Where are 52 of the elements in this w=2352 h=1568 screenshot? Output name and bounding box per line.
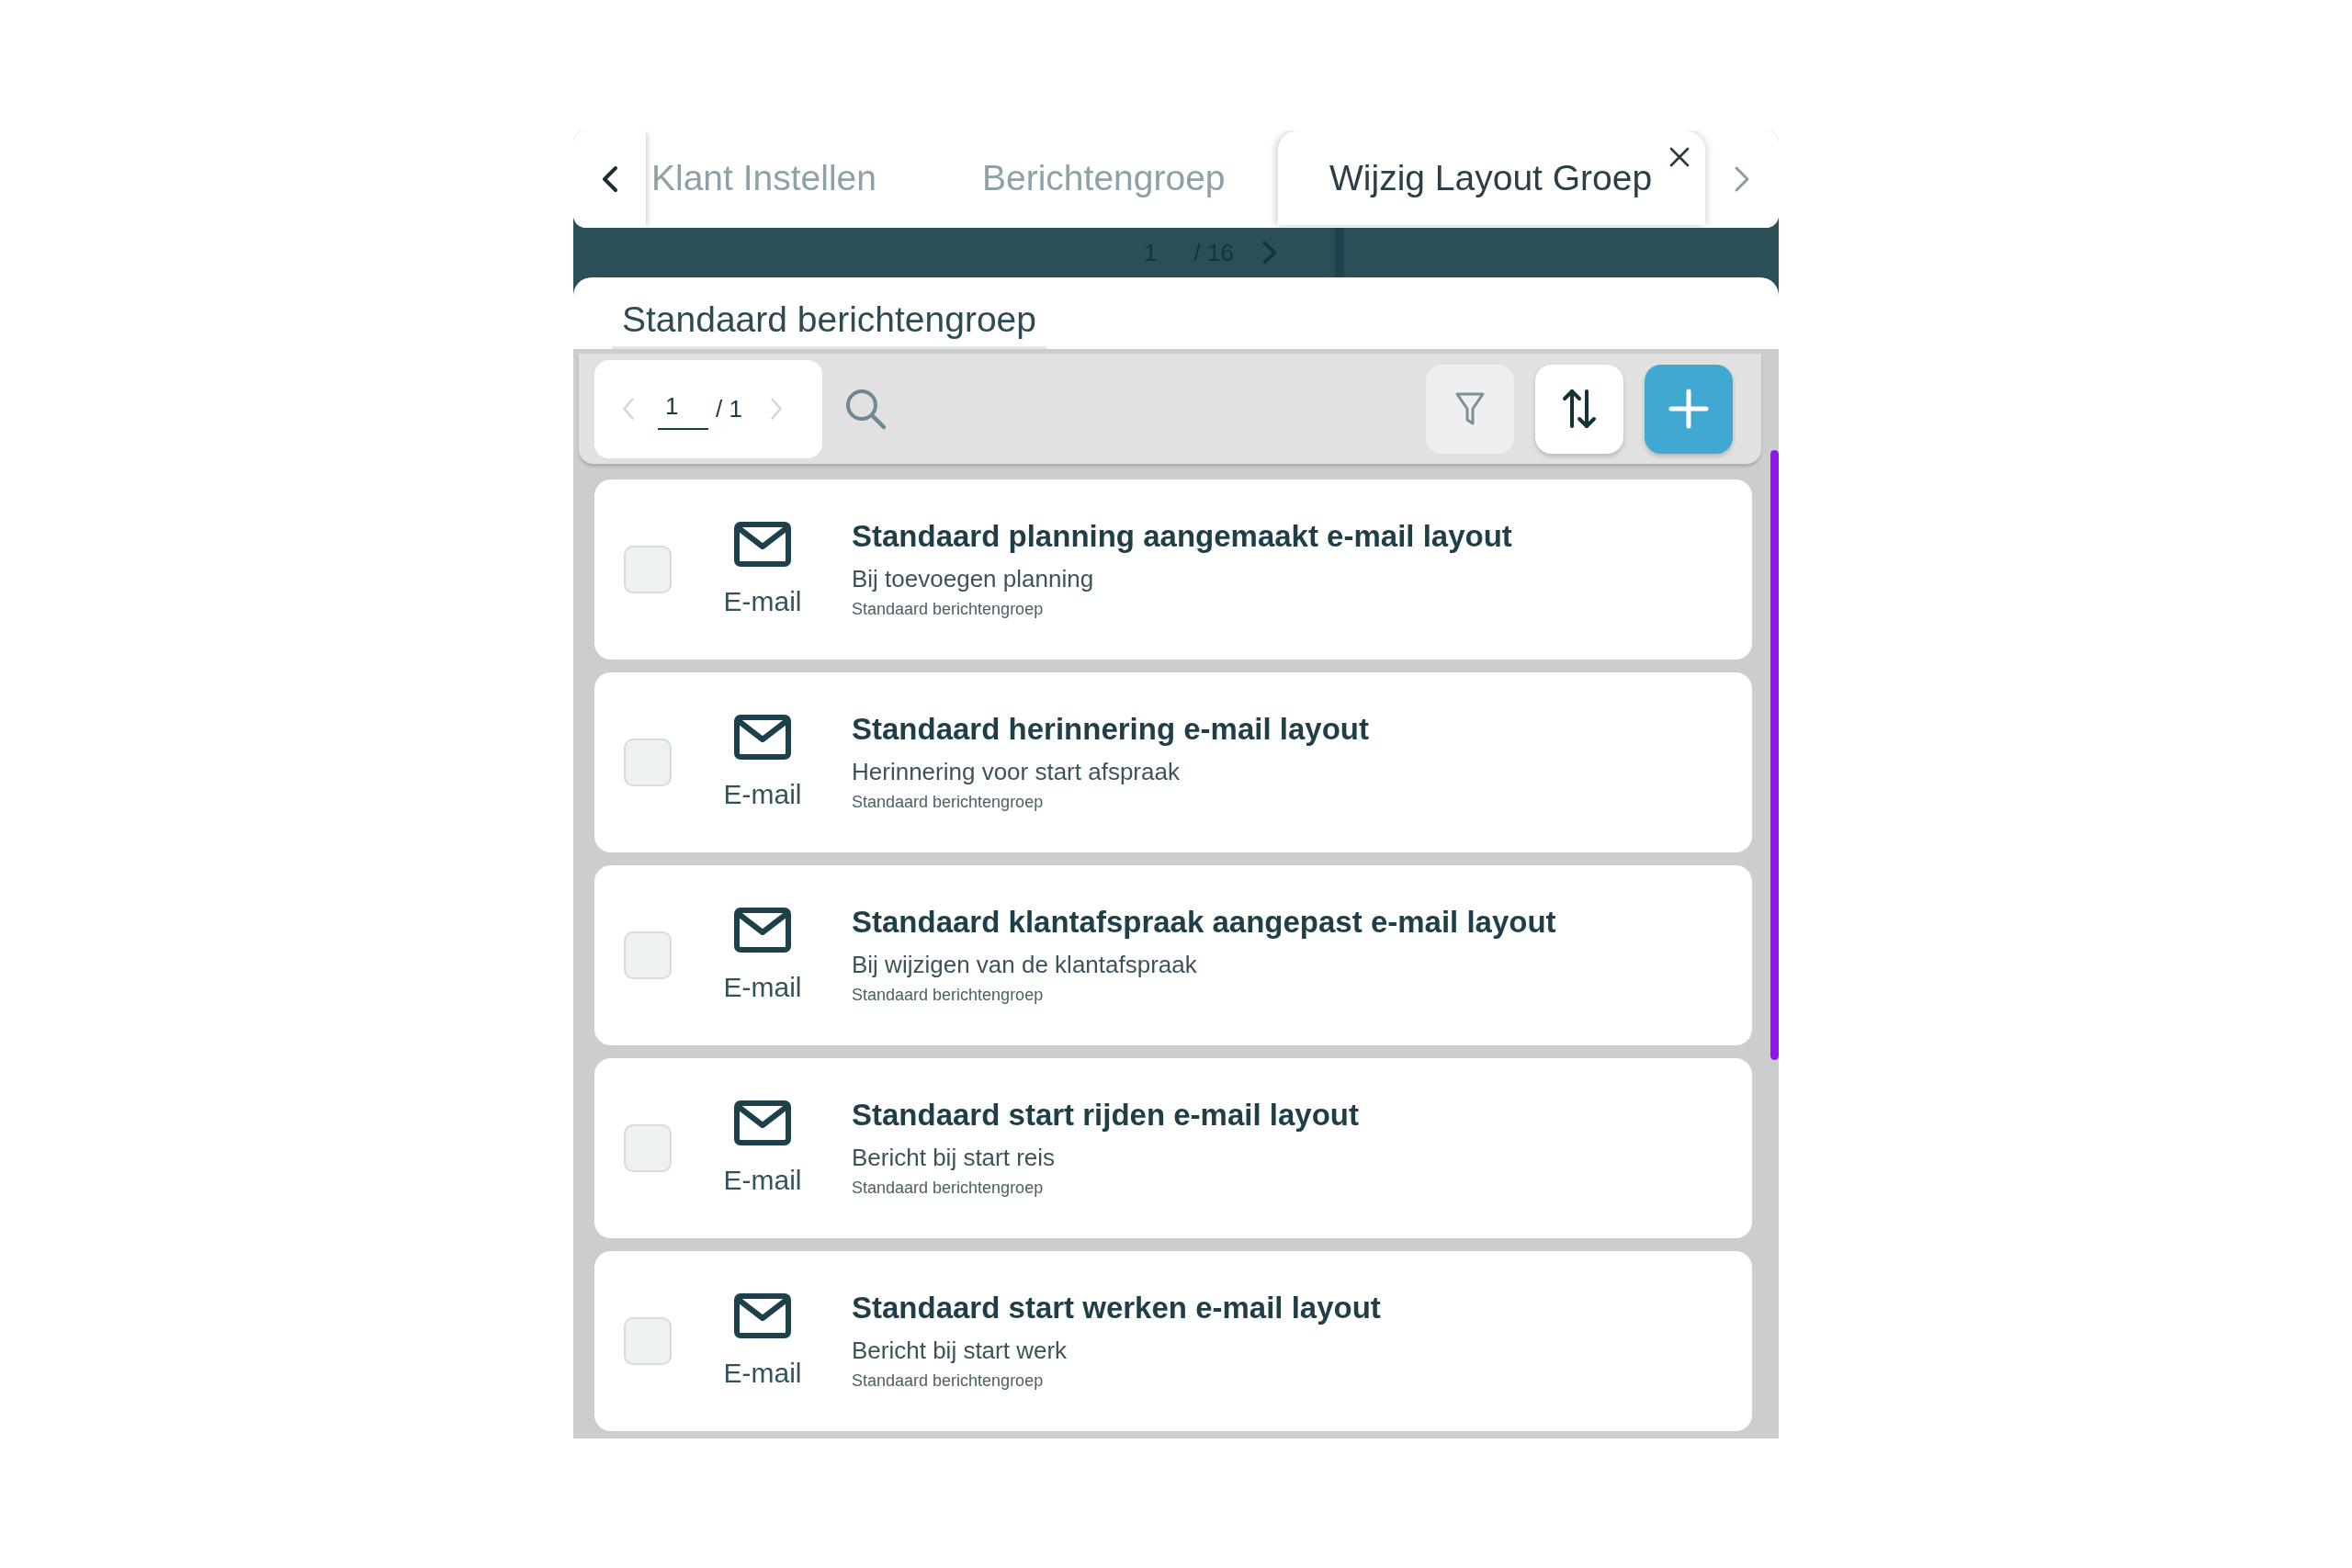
message-description: Bij wijzigen van de klantafspraak	[852, 951, 1198, 980]
group-label: Standaard berichtengroep	[852, 600, 1045, 620]
message-card[interactable]: E-mail Standaard klantafspraak aangepast e-mail layout Bij wijzigen van de klantafspraak Standaard berichtengroep	[594, 865, 1752, 1045]
message-description: Bericht bij start werk	[852, 1337, 1069, 1366]
message-card[interactable]: E-mail Standaard planning aangemaakt e-mail layout Bij toevoegen planning Standaard berichtengroep	[594, 479, 1752, 660]
checkbox[interactable]	[624, 546, 672, 593]
group-label: Standaard berichtengroep	[852, 986, 1045, 1006]
channel-label: E-mail	[723, 584, 802, 618]
envelope-icon	[734, 907, 791, 953]
checkbox[interactable]	[624, 1124, 672, 1172]
checkbox[interactable]	[624, 1317, 672, 1365]
group-label: Standaard berichtengroep	[852, 1179, 1045, 1199]
sort-button[interactable]	[1535, 364, 1623, 454]
message-description: Bij toevoegen planning	[852, 565, 1095, 594]
page-total: / 1	[716, 393, 742, 424]
message-title: Standaard herinnering e-mail layout	[852, 712, 1369, 748]
message-card[interactable]: E-mail Standaard herinnering e-mail layout Herinnering voor start afspraak Standaard berichtengroep	[594, 672, 1752, 852]
filter-button[interactable]	[1426, 364, 1514, 454]
channel-label: E-mail	[723, 1356, 802, 1390]
message-title: Standaard start werken e-mail layout	[852, 1291, 1381, 1326]
add-button[interactable]	[1645, 364, 1733, 454]
page-field[interactable]: 1	[658, 388, 708, 430]
message-description: Bericht bij start reis	[852, 1144, 1057, 1173]
channel-label: E-mail	[723, 777, 802, 811]
group-label: Standaard berichtengroep	[852, 793, 1045, 813]
message-card[interactable]: E-mail Standaard start werken e-mail layout Bericht bij start werk Standaard berichtengroep	[594, 1251, 1752, 1431]
chevron-right-icon[interactable]	[769, 397, 783, 421]
chevron-left-icon	[600, 164, 619, 194]
chevron-right-icon	[1734, 165, 1750, 193]
message-title: Standaard start rijden e-mail layout	[852, 1098, 1359, 1134]
message-card[interactable]: E-mail Standaard start rijden e-mail layout Bericht bij start reis Standaard berichtengroep	[594, 1058, 1752, 1238]
envelope-icon	[734, 714, 791, 760]
channel-label: E-mail	[723, 970, 802, 1004]
up-down-arrows-icon	[1561, 388, 1598, 430]
envelope-icon	[734, 1100, 791, 1145]
chevron-right-icon	[1261, 240, 1278, 265]
message-title: Standaard planning aangemaakt e-mail layout	[852, 519, 1512, 555]
funnel-icon	[1454, 390, 1486, 427]
envelope-icon	[734, 1292, 791, 1338]
scrollbar-thumb[interactable]	[1770, 450, 1779, 1060]
tab[interactable]: Wijzig Layout Groep	[1278, 130, 1705, 225]
search-icon[interactable]	[844, 388, 887, 430]
group-label: Standaard berichtengroep	[852, 1371, 1045, 1392]
message-description: Herinnering voor start afspraak	[852, 758, 1181, 787]
checkbox[interactable]	[624, 931, 672, 979]
channel-label: E-mail	[723, 1163, 802, 1197]
checkbox[interactable]	[624, 739, 672, 786]
close-icon[interactable]	[1669, 147, 1690, 167]
plus-icon	[1668, 389, 1709, 429]
chevron-left-icon[interactable]	[622, 397, 635, 421]
message-title: Standaard klantafspraak aangepast e-mail layout	[852, 905, 1556, 941]
envelope-icon	[734, 521, 791, 567]
